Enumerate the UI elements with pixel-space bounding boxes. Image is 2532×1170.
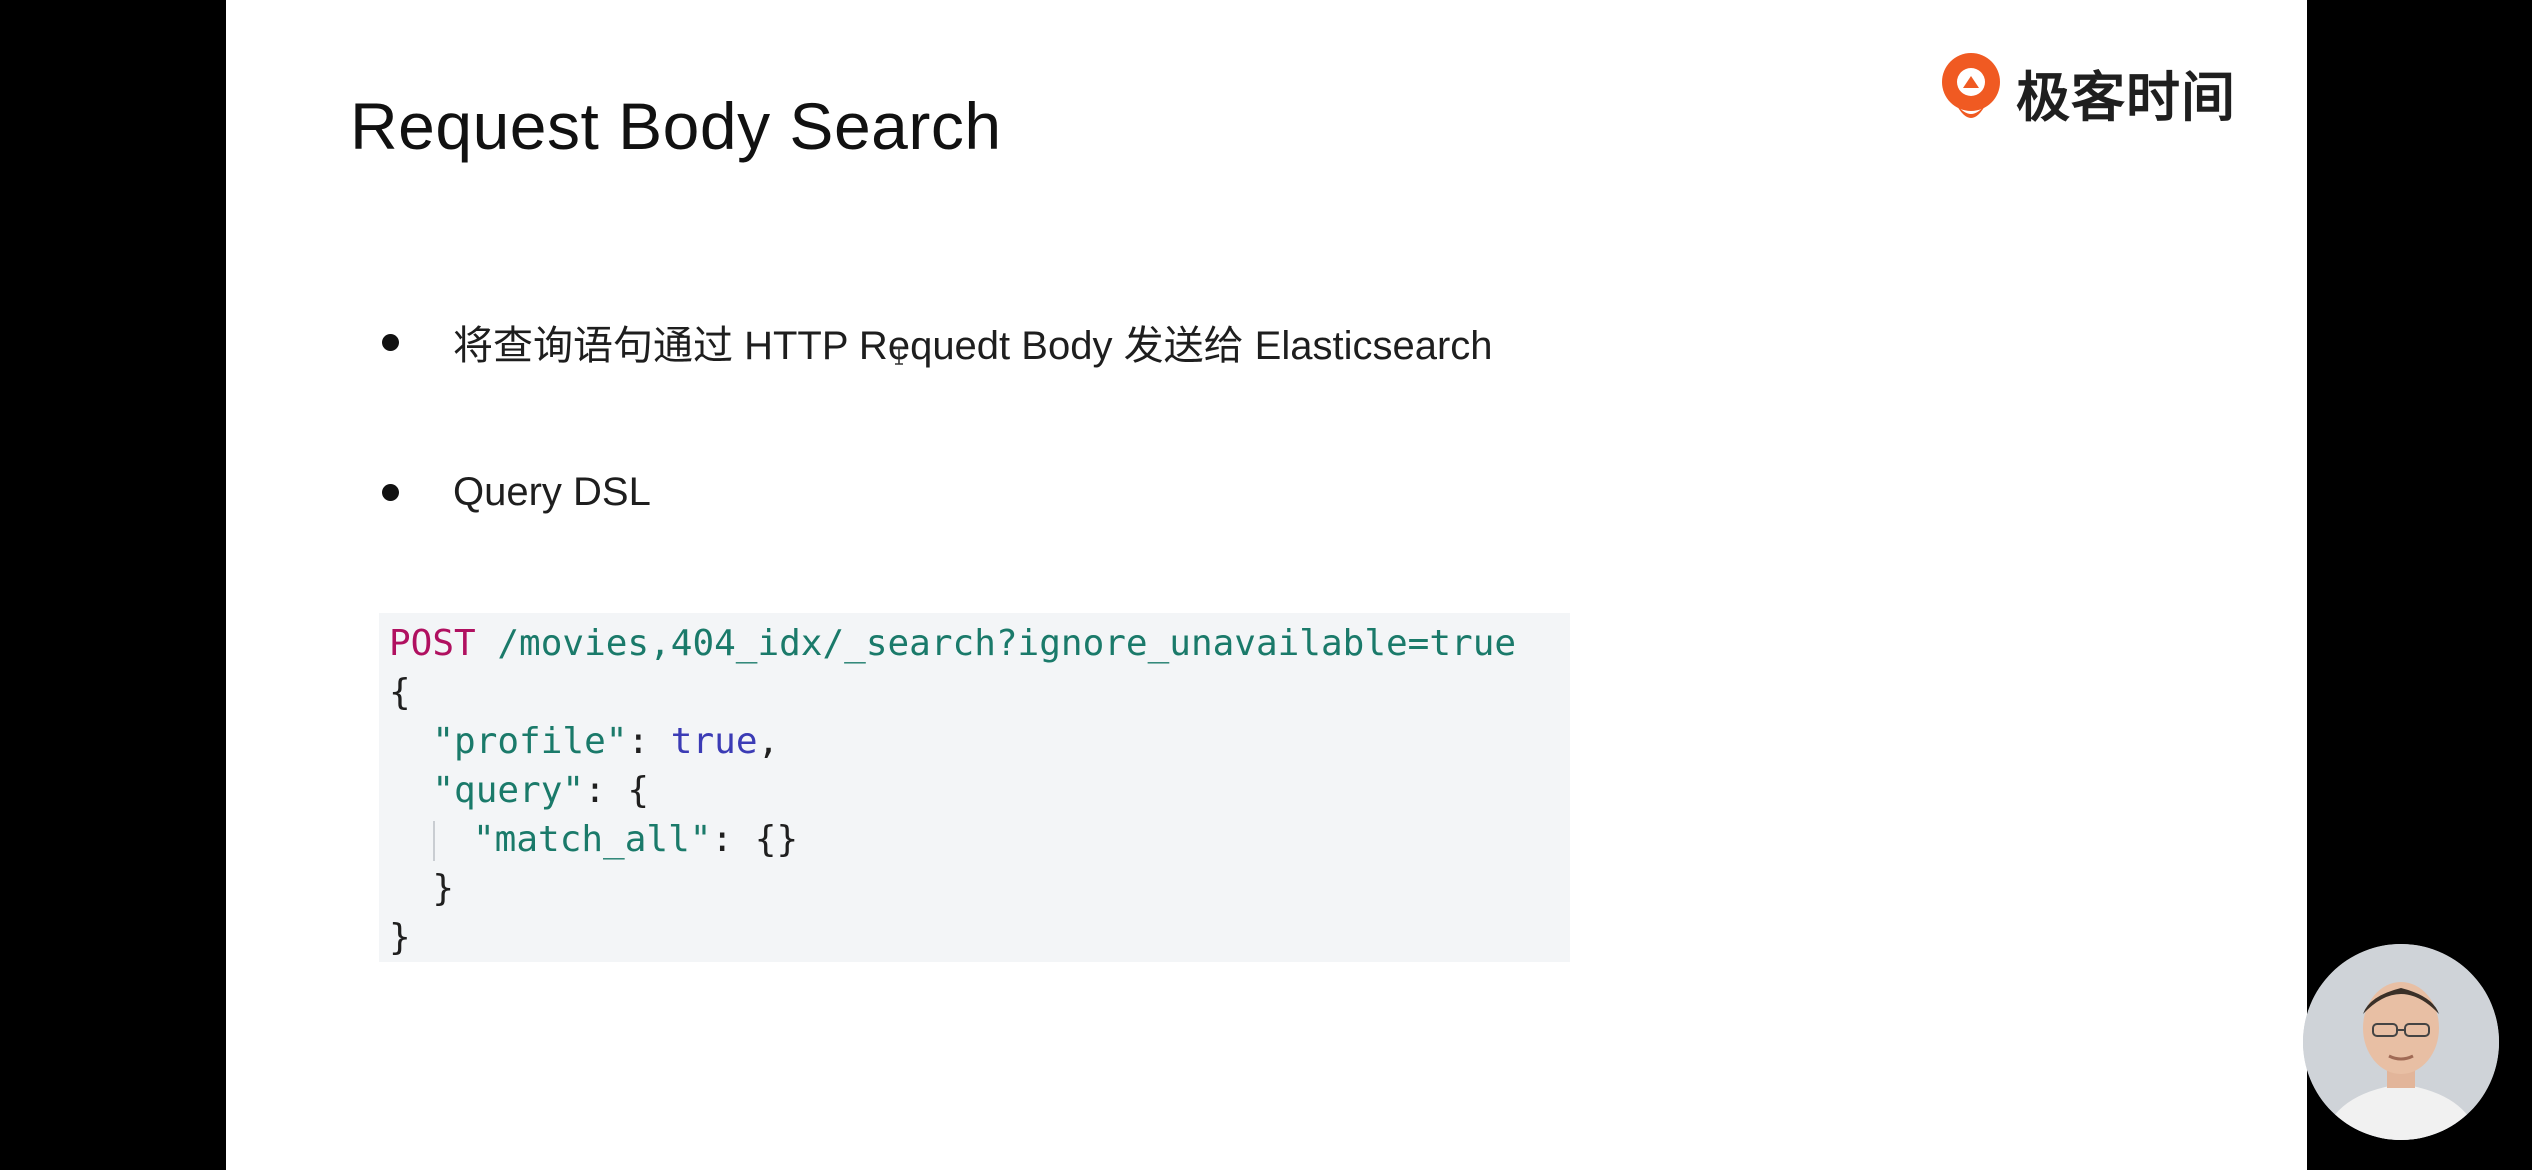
- indent-guide: [433, 821, 435, 861]
- code-brace: {: [389, 672, 411, 713]
- code-punct: : {: [584, 770, 650, 811]
- json-key: "match_all": [473, 819, 712, 860]
- bullet-item: 将查询语句通过 HTTP Requedt Body 发送给 Elasticsea…: [382, 312, 1493, 372]
- code-line: "profile": true,: [389, 717, 779, 766]
- request-path: /movies,404_idx/_search?ignore_unavailab…: [475, 623, 1517, 664]
- logo-text: 极客时间: [2016, 65, 2236, 129]
- code-line: }: [389, 864, 454, 913]
- code-brace: }: [389, 917, 411, 958]
- bullet-item: Query DSL: [382, 462, 651, 522]
- bullet-dot-icon: [382, 483, 399, 501]
- geektime-logo-icon: [1942, 53, 2000, 118]
- slide: Request Body Search 极客时间 将查询语句通过 HTTP Re…: [226, 0, 2499, 1170]
- bullet-dot-icon: [382, 333, 399, 351]
- text-cursor-icon: [895, 347, 903, 365]
- code-punct: : {}: [711, 819, 799, 860]
- json-key: "profile": [432, 721, 628, 762]
- presenter-video-avatar[interactable]: [2303, 944, 2499, 1140]
- code-line: "match_all": {}: [389, 815, 798, 864]
- http-method: POST: [389, 623, 476, 664]
- slide-title: Request Body Search: [350, 89, 1002, 163]
- code-block: POST /movies,404_idx/_search?ignore_unav…: [379, 613, 1570, 962]
- code-brace: }: [432, 868, 455, 909]
- bullet-text: Query DSL: [453, 469, 651, 514]
- code-punct: ,: [757, 721, 780, 762]
- code-line: POST /movies,404_idx/_search?ignore_unav…: [389, 619, 1516, 668]
- geektime-logo: 极客时间: [1938, 52, 2236, 132]
- code-line: {: [389, 668, 411, 717]
- code-punct: :: [627, 721, 671, 762]
- presenter-silhouette-icon: [2303, 944, 2499, 1140]
- code-line: }: [389, 913, 411, 962]
- code-line: "query": {: [389, 766, 649, 815]
- json-key: "query": [432, 770, 585, 811]
- bullet-text: 将查询语句通过 HTTP Requedt Body 发送给 Elasticsea…: [453, 324, 1493, 368]
- json-bool-value: true: [670, 721, 758, 762]
